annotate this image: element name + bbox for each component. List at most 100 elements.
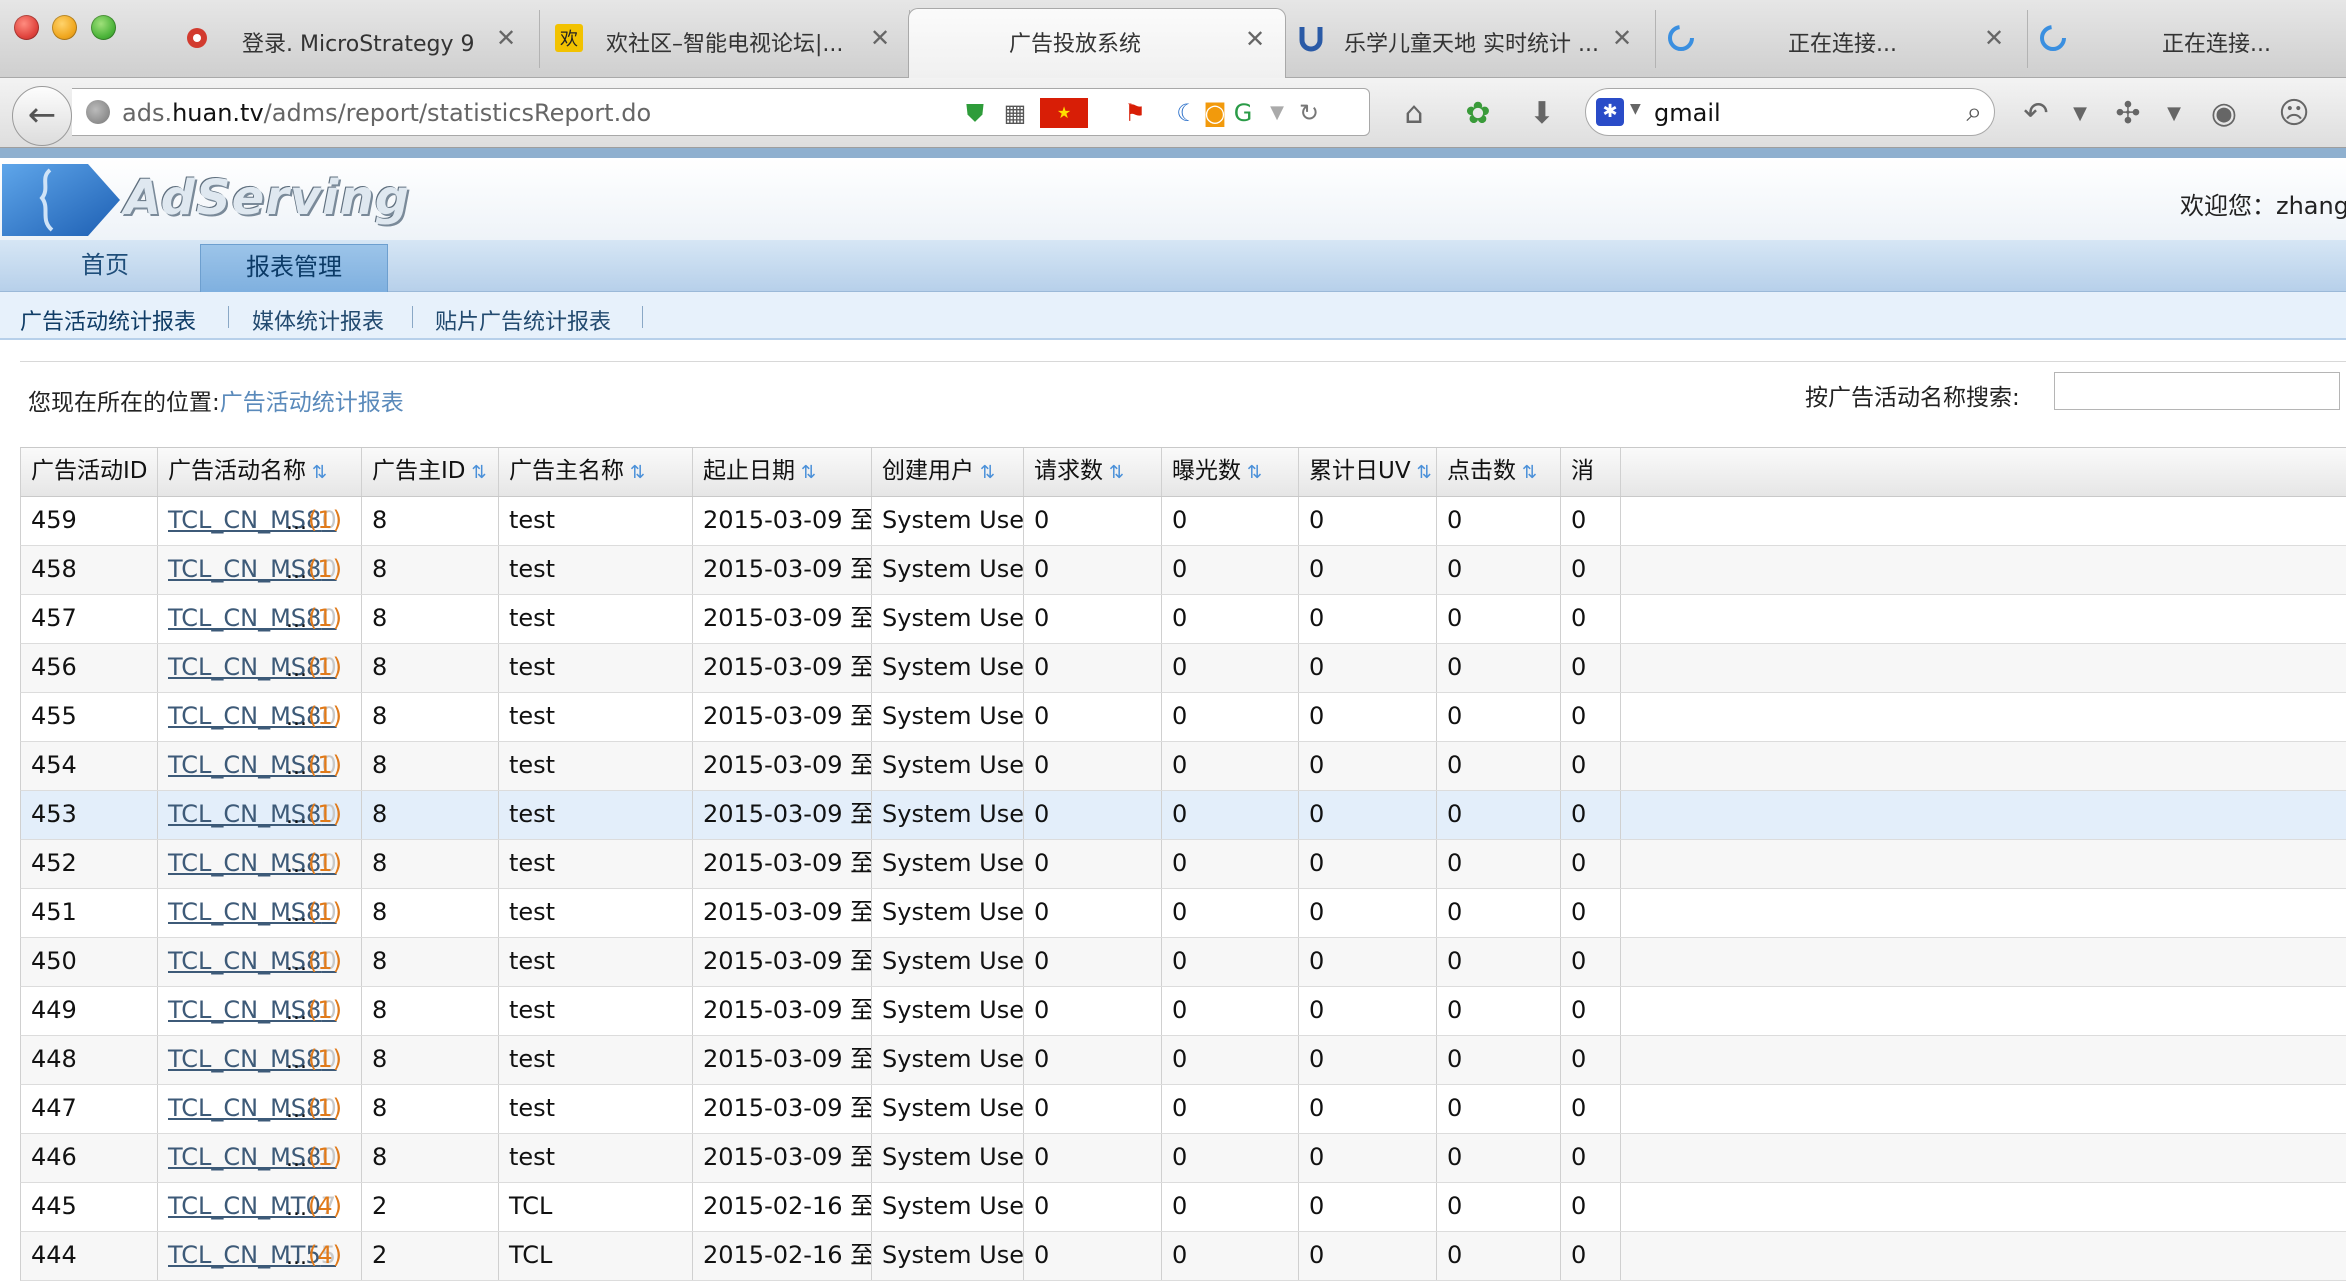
sort-icon[interactable]: ⇅ [1247, 462, 1262, 483]
tab-home[interactable]: 首页 [10, 240, 200, 292]
col-requests-header[interactable]: 请求数 ⇅ [1024, 448, 1162, 496]
table-row[interactable]: 445TCL_CN_MT07...(4)2TCL2015-02-16 至 20.… [20, 1183, 2346, 1232]
table-row[interactable]: 452TCL_CN_MS80...(1)8test2015-03-09 至 20… [20, 840, 2346, 889]
more-ellipsis[interactable]: ... [286, 646, 307, 692]
creative-count[interactable]: (1) [308, 938, 342, 985]
creative-count[interactable]: (1) [308, 889, 342, 936]
sort-icon[interactable]: ⇅ [980, 462, 995, 483]
window-close-button[interactable] [14, 15, 39, 40]
sort-icon[interactable]: ⇅ [1522, 462, 1537, 483]
more-ellipsis[interactable]: ... [851, 1234, 871, 1280]
browser-tab-loading-1[interactable]: 正在连接... ✕ [1656, 10, 2028, 68]
creative-count[interactable]: (1) [308, 1134, 342, 1181]
col-cost-header[interactable]: 消 [1561, 448, 1621, 496]
bug-icon[interactable]: ✣ [2110, 96, 2146, 132]
more-ellipsis[interactable]: ... [851, 744, 871, 790]
cup-icon[interactable]: ◙ [1200, 98, 1230, 128]
table-row[interactable]: 455TCL_CN_MS80...(1)8test2015-03-09 至 20… [20, 693, 2346, 742]
more-ellipsis[interactable]: ... [286, 940, 307, 986]
table-row[interactable]: 458TCL_CN_MS80...(1)8test2015-03-09 至 20… [20, 546, 2346, 595]
address-bar[interactable]: ads.huan.tv/adms/report/statisticsReport… [72, 88, 1370, 136]
table-row[interactable]: 446TCL_CN_MS80...(1)8test2015-03-09 至 20… [20, 1134, 2346, 1183]
download-icon[interactable]: ⬇ [1524, 96, 1560, 132]
more-ellipsis[interactable]: ... [851, 989, 871, 1035]
table-row[interactable]: 454TCL_CN_MS80...(1)8test2015-03-09 至 20… [20, 742, 2346, 791]
col-date-range-header[interactable]: 起止日期 ⇅ [693, 448, 872, 496]
tab-close-icon[interactable]: ✕ [1612, 24, 1632, 52]
reload-icon[interactable]: ↻ [1294, 98, 1324, 128]
more-ellipsis[interactable]: ... [286, 989, 307, 1035]
tab-close-icon[interactable]: ✕ [1245, 25, 1265, 53]
more-ellipsis[interactable]: ... [851, 646, 871, 692]
more-ellipsis[interactable]: ... [851, 891, 871, 937]
table-row[interactable]: 453TCL_CN_MS80...(1)8test2015-03-09 至 20… [20, 791, 2346, 840]
more-ellipsis[interactable]: ... [286, 1087, 307, 1133]
creative-count[interactable]: (1) [308, 1085, 342, 1132]
baidu-paw-icon[interactable]: ✱ [1596, 98, 1624, 126]
more-ellipsis[interactable]: ... [286, 793, 307, 839]
subtab-preroll-report[interactable]: 贴片广告统计报表 [435, 304, 611, 336]
col-impressions-header[interactable]: 曝光数 ⇅ [1162, 448, 1299, 496]
more-ellipsis[interactable]: ... [851, 940, 871, 986]
undo-dropdown-icon[interactable]: ▼ [2062, 96, 2098, 132]
search-bar[interactable]: ✱ ▼ gmail ⌕ [1585, 88, 1995, 136]
flag-icon[interactable]: ⚑ [1120, 98, 1150, 128]
url-text[interactable]: ads.huan.tv/adms/report/statisticsReport… [122, 99, 651, 127]
search-icon[interactable]: ⌕ [1966, 95, 1982, 129]
home-icon[interactable]: ⌂ [1396, 96, 1432, 132]
col-advertiser-id-header[interactable]: 广告主ID ⇅ [362, 448, 499, 496]
table-row[interactable]: 448TCL_CN_MS80...(1)8test2015-03-09 至 20… [20, 1036, 2346, 1085]
col-campaign-id-header[interactable]: 广告活动ID↓ [21, 448, 158, 496]
more-ellipsis[interactable]: ... [286, 1038, 307, 1084]
sort-icon[interactable]: ⇅ [630, 462, 645, 483]
table-row[interactable]: 449TCL_CN_MS80...(1)8test2015-03-09 至 20… [20, 987, 2346, 1036]
tab-close-icon[interactable]: ✕ [870, 24, 890, 52]
creative-count[interactable]: (1) [308, 840, 342, 887]
alien-icon[interactable]: ◉ [2206, 96, 2242, 132]
table-row[interactable]: 457TCL_CN_MS80...(1)8test2015-03-09 至 20… [20, 595, 2346, 644]
more-ellipsis[interactable]: ... [851, 597, 871, 643]
table-row[interactable]: 456TCL_CN_MS80...(1)8test2015-03-09 至 20… [20, 644, 2346, 693]
more-ellipsis[interactable]: ... [286, 842, 307, 888]
creative-count[interactable]: (1) [308, 693, 342, 740]
undo-icon[interactable]: ↶ [2018, 96, 2054, 132]
creative-count[interactable]: (4) [308, 1232, 342, 1279]
table-row[interactable]: 459TCL_CN_MS80...(1)8test2015-03-09 至 20… [20, 497, 2346, 546]
sort-icon[interactable]: ⇅ [801, 462, 816, 483]
more-ellipsis[interactable]: ... [851, 499, 871, 545]
face-icon[interactable]: ☹ [2276, 96, 2312, 132]
creative-count[interactable]: (4) [308, 1183, 342, 1230]
col-campaign-name-header[interactable]: 广告活动名称 ⇅ [158, 448, 362, 496]
shield-icon[interactable]: ⛊ [960, 98, 990, 128]
qr-code-icon[interactable]: ▦ [1000, 98, 1030, 128]
more-ellipsis[interactable]: ... [286, 1234, 307, 1280]
creative-count[interactable]: (1) [308, 595, 342, 642]
col-creator-header[interactable]: 创建用户 ⇅ [872, 448, 1024, 496]
creative-count[interactable]: (1) [308, 791, 342, 838]
more-ellipsis[interactable]: ... [286, 499, 307, 545]
col-advertiser-name-header[interactable]: 广告主名称 ⇅ [499, 448, 693, 496]
more-ellipsis[interactable]: ... [286, 597, 307, 643]
creative-count[interactable]: (1) [308, 1036, 342, 1083]
creative-count[interactable]: (1) [308, 742, 342, 789]
back-button[interactable]: ← [12, 86, 72, 146]
subtab-media-report[interactable]: 媒体统计报表 [252, 304, 384, 336]
sort-icon[interactable]: ⇅ [1109, 462, 1124, 483]
browser-tab-microstrategy[interactable]: 登录. MicroStrategy 9 ✕ [170, 10, 540, 68]
more-ellipsis[interactable]: ... [286, 744, 307, 790]
dropdown-icon[interactable]: ▼ [1262, 98, 1292, 128]
more-ellipsis[interactable]: ... [286, 695, 307, 741]
more-ellipsis[interactable]: ... [851, 1087, 871, 1133]
turtle-icon[interactable]: ✿ [1460, 96, 1496, 132]
more-ellipsis[interactable]: ... [851, 1136, 871, 1182]
more-ellipsis[interactable]: ... [851, 842, 871, 888]
sort-icon[interactable]: ⇅ [472, 462, 487, 483]
subtab-campaign-report[interactable]: 广告活动统计报表 [20, 304, 196, 336]
browser-tab-huan[interactable]: 欢 欢社区–智能电视论坛|... ✕ [540, 10, 910, 68]
sort-icon[interactable]: ⇅ [1417, 462, 1432, 483]
search-input[interactable]: gmail [1654, 99, 1721, 127]
more-ellipsis[interactable]: ... [286, 891, 307, 937]
col-clicks-header[interactable]: 点击数 ⇅ [1437, 448, 1561, 496]
creative-count[interactable]: (1) [308, 497, 342, 544]
col-daily-uv-header[interactable]: 累计日UV ⇅ [1299, 448, 1437, 496]
